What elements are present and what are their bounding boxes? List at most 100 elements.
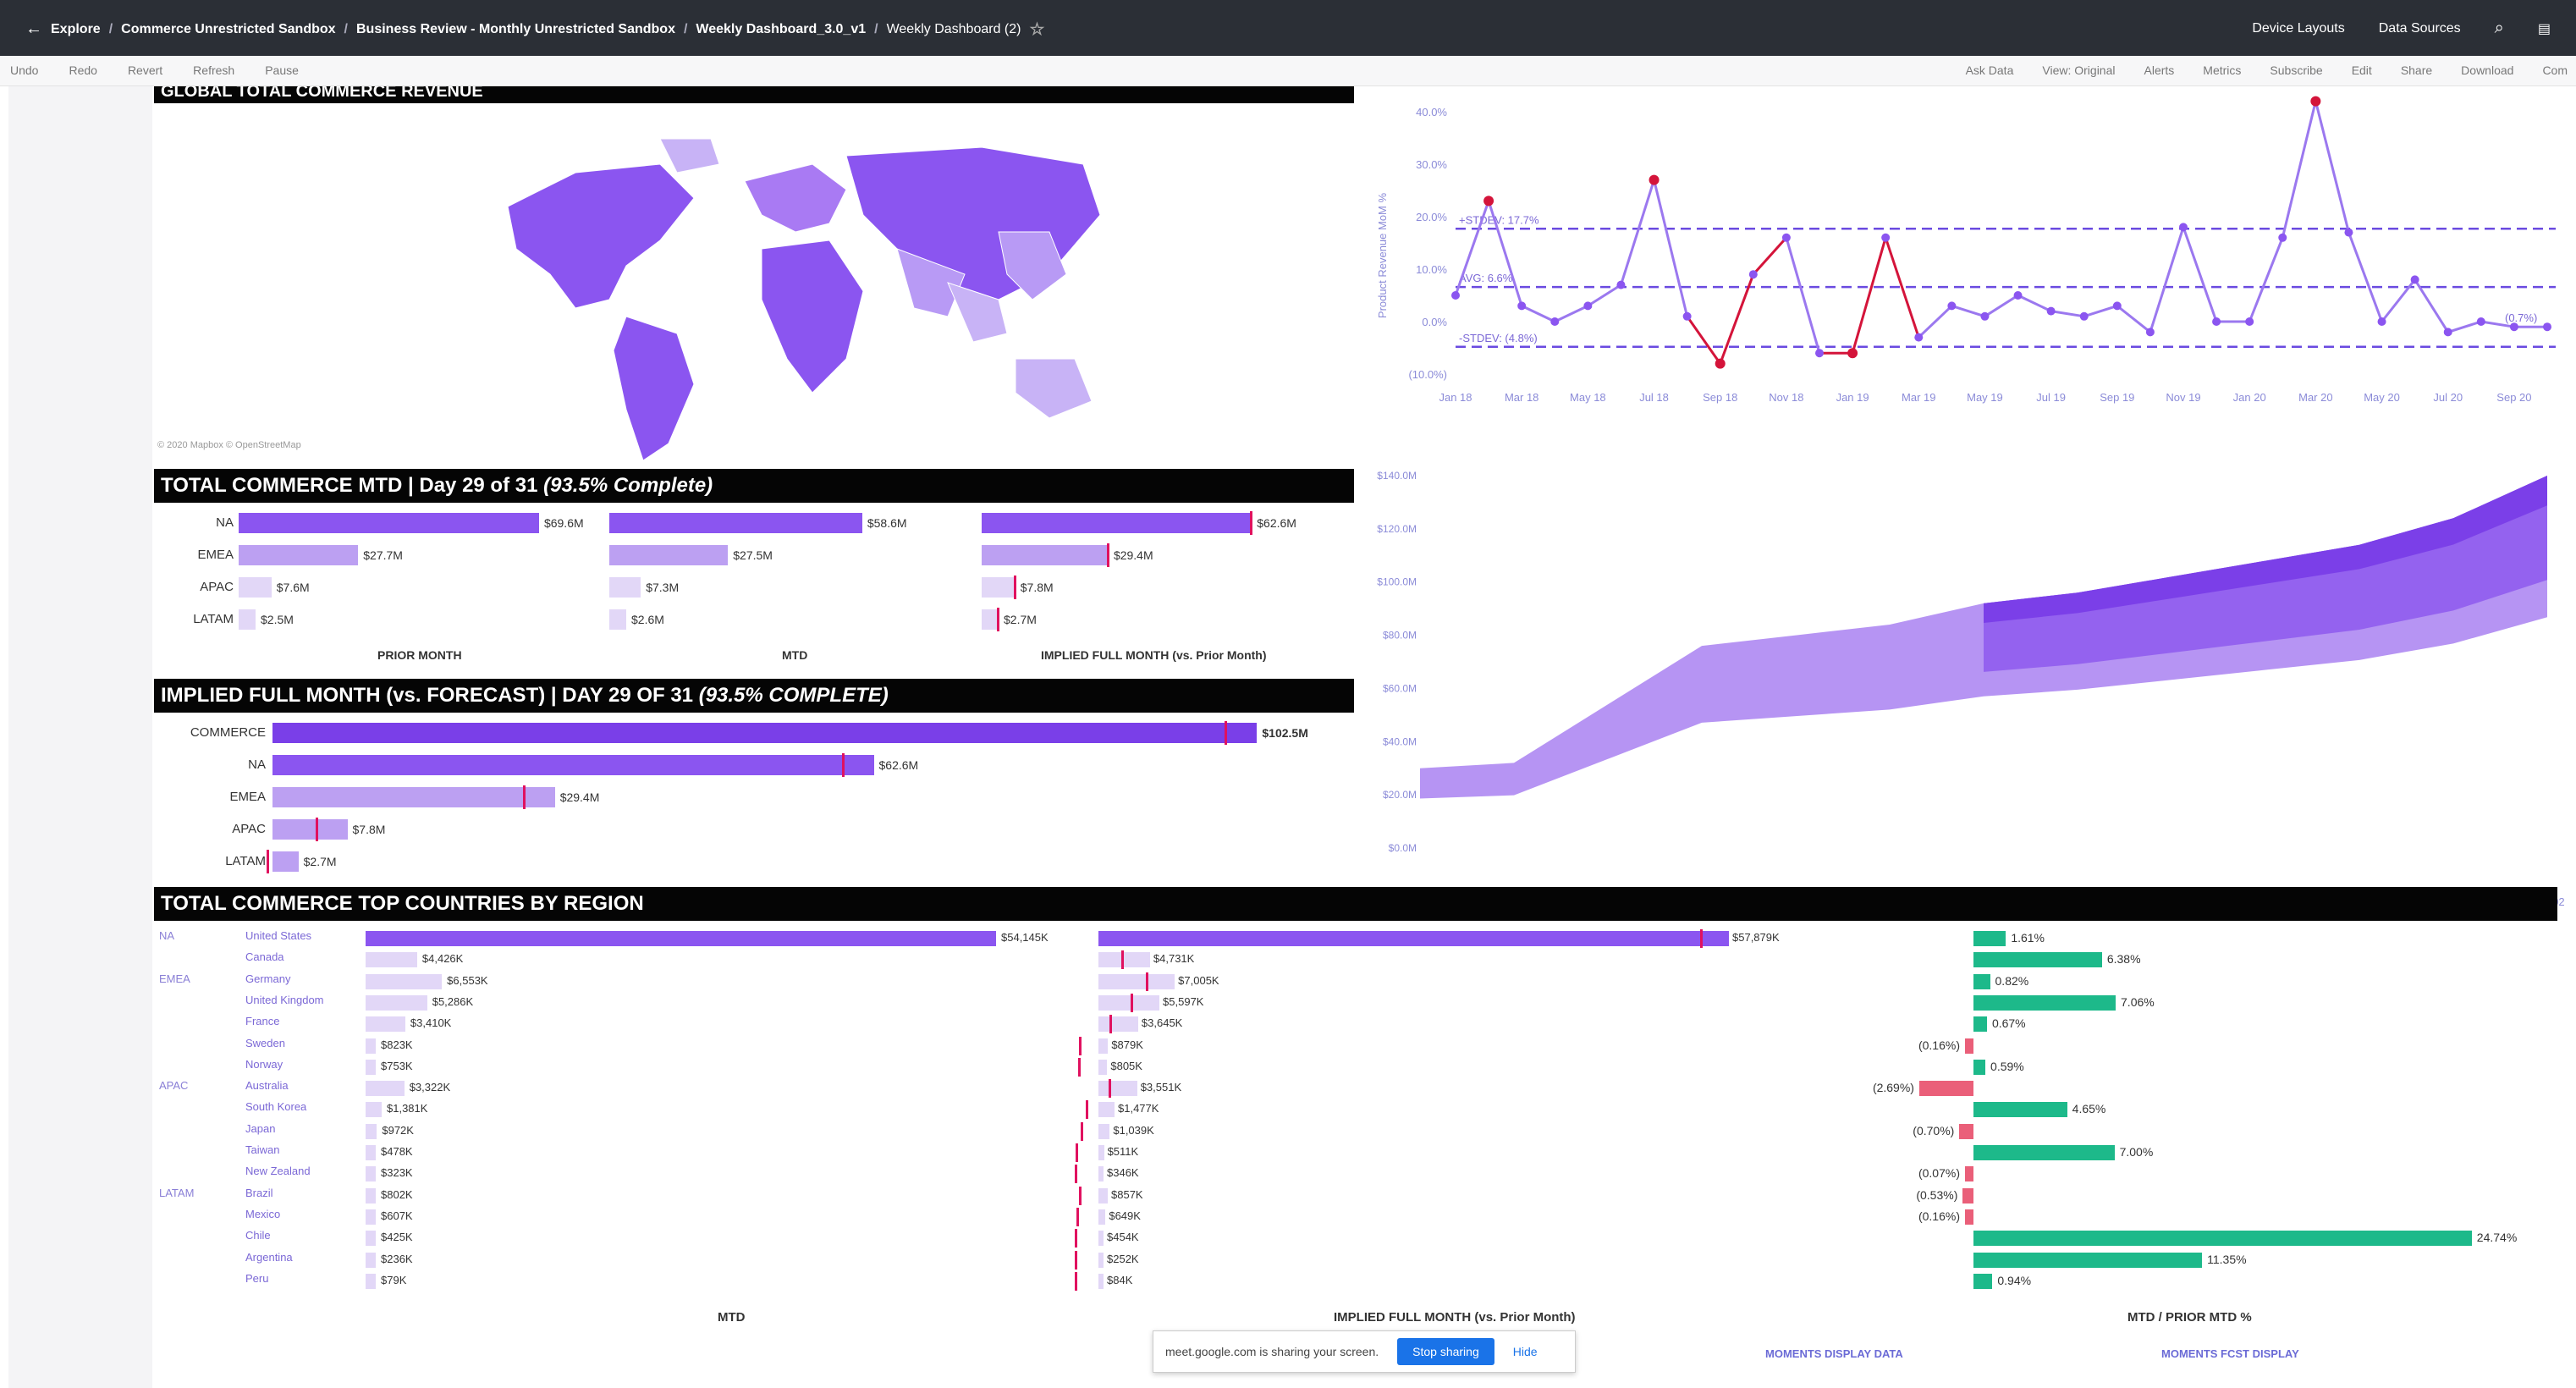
comments-button[interactable]: Com bbox=[2542, 63, 2568, 77]
metrics-button[interactable]: Metrics bbox=[2203, 63, 2241, 77]
pct-bar-positive[interactable] bbox=[1973, 1102, 2067, 1118]
country-mtd-bar[interactable] bbox=[366, 1123, 377, 1139]
country-name[interactable]: Mexico bbox=[245, 1208, 280, 1220]
edit-button[interactable]: Edit bbox=[2352, 63, 2372, 77]
breadcrumb-sandbox[interactable]: Commerce Unrestricted Sandbox bbox=[121, 22, 335, 37]
country-mtd-bar[interactable] bbox=[366, 1059, 376, 1075]
country-mtd-bar[interactable] bbox=[366, 1252, 376, 1268]
breadcrumb-weekly-dashboard[interactable]: Weekly Dashboard_3.0_v1 bbox=[696, 22, 866, 37]
subscribe-button[interactable]: Subscribe bbox=[2270, 63, 2322, 77]
pct-bar-positive[interactable] bbox=[1973, 931, 2006, 946]
country-mtd-bar[interactable] bbox=[366, 931, 996, 946]
country-implied-bar[interactable] bbox=[1098, 994, 1160, 1011]
star-icon[interactable]: ☆ bbox=[1029, 19, 1044, 40]
country-implied-bar[interactable] bbox=[1098, 931, 1729, 946]
hide-button[interactable]: Hide bbox=[1513, 1345, 1538, 1358]
mtd-bar[interactable] bbox=[982, 577, 1016, 598]
country-implied-bar[interactable] bbox=[1098, 1252, 1104, 1268]
pct-bar-positive[interactable] bbox=[1973, 1252, 2203, 1268]
mtd-bar[interactable] bbox=[609, 577, 641, 598]
country-implied-bar[interactable] bbox=[1098, 1038, 1109, 1054]
country-implied-bar[interactable] bbox=[1098, 1081, 1137, 1097]
mtd-bar[interactable] bbox=[982, 609, 999, 630]
mtd-bar[interactable] bbox=[982, 513, 1252, 533]
country-implied-bar[interactable] bbox=[1098, 1166, 1104, 1182]
mom-line-chart[interactable]: Product Revenue MoM % 40.0% 30.0% 20.0% 10.0… bbox=[1371, 86, 2564, 416]
device-layouts-button[interactable]: Device Layouts bbox=[2252, 21, 2344, 36]
download-button[interactable]: Download bbox=[2461, 63, 2513, 77]
country-mtd-bar[interactable] bbox=[366, 1231, 376, 1247]
country-name[interactable]: United Kingdom bbox=[245, 994, 324, 1006]
country-mtd-bar[interactable] bbox=[366, 1209, 376, 1225]
pct-bar-positive[interactable] bbox=[1973, 1059, 1986, 1075]
data-sources-button[interactable]: Data Sources bbox=[2379, 21, 2461, 36]
country-name[interactable]: France bbox=[245, 1015, 279, 1027]
country-mtd-bar[interactable] bbox=[366, 994, 427, 1011]
country-name[interactable]: Brazil bbox=[245, 1187, 273, 1199]
mtd-bar[interactable] bbox=[239, 577, 272, 598]
pct-bar-positive[interactable] bbox=[1973, 1145, 2115, 1160]
pct-bar-positive[interactable] bbox=[1973, 1016, 1987, 1033]
country-name[interactable]: Germany bbox=[245, 972, 290, 985]
search-icon[interactable]: ⌕ bbox=[2495, 19, 2504, 38]
undo-button[interactable]: Undo bbox=[10, 63, 38, 77]
pause-button[interactable]: Pause bbox=[265, 63, 299, 77]
moments-fcst-display-link[interactable]: MOMENTS FCST DISPLAY bbox=[2161, 1347, 2299, 1360]
country-name[interactable]: United States bbox=[245, 929, 311, 942]
pct-bar-negative[interactable] bbox=[1965, 1209, 1973, 1225]
country-name[interactable]: Japan bbox=[245, 1122, 275, 1135]
implied-bar[interactable] bbox=[272, 787, 555, 807]
mtd-bar[interactable] bbox=[239, 609, 256, 630]
pct-bar-positive[interactable] bbox=[1973, 994, 2116, 1011]
country-name[interactable]: Norway bbox=[245, 1058, 283, 1071]
pct-bar-positive[interactable] bbox=[1973, 1273, 1993, 1289]
pct-bar-negative[interactable] bbox=[1965, 1166, 1973, 1182]
refresh-button[interactable]: Refresh bbox=[193, 63, 234, 77]
country-mtd-bar[interactable] bbox=[366, 1273, 376, 1289]
back-arrow-icon[interactable]: ← bbox=[25, 19, 42, 39]
country-implied-bar[interactable] bbox=[1098, 1273, 1104, 1289]
mtd-bar[interactable] bbox=[239, 545, 359, 565]
country-name[interactable]: Peru bbox=[245, 1272, 268, 1285]
country-implied-bar[interactable] bbox=[1098, 1187, 1109, 1203]
country-name[interactable]: South Korea bbox=[245, 1100, 306, 1113]
moments-display-data-link[interactable]: MOMENTS DISPLAY DATA bbox=[1765, 1347, 1903, 1360]
country-name[interactable]: New Zealand bbox=[245, 1165, 311, 1177]
country-name[interactable]: Argentina bbox=[245, 1251, 293, 1264]
country-name[interactable]: Chile bbox=[245, 1229, 271, 1242]
country-implied-bar[interactable] bbox=[1098, 1016, 1138, 1033]
notifications-icon[interactable]: ▤ bbox=[2538, 20, 2551, 37]
pct-bar-negative[interactable] bbox=[1918, 1081, 1973, 1097]
revert-button[interactable]: Revert bbox=[128, 63, 162, 77]
share-button[interactable]: Share bbox=[2401, 63, 2432, 77]
mtd-bar[interactable] bbox=[609, 513, 862, 533]
country-name[interactable]: Sweden bbox=[245, 1037, 285, 1049]
country-mtd-bar[interactable] bbox=[366, 1038, 376, 1054]
breadcrumb-explore[interactable]: Explore bbox=[51, 22, 101, 37]
mtd-bar[interactable] bbox=[239, 513, 539, 533]
country-name[interactable]: Australia bbox=[245, 1079, 289, 1092]
country-mtd-bar[interactable] bbox=[366, 1081, 405, 1097]
implied-bar[interactable] bbox=[272, 755, 874, 775]
pct-bar-negative[interactable] bbox=[1965, 1038, 1973, 1054]
implied-bar[interactable] bbox=[272, 851, 299, 872]
pct-bar-positive[interactable] bbox=[1973, 973, 1990, 989]
country-implied-bar[interactable] bbox=[1098, 1059, 1108, 1075]
country-mtd-bar[interactable] bbox=[366, 1187, 376, 1203]
country-mtd-bar[interactable] bbox=[366, 973, 443, 989]
country-mtd-bar[interactable] bbox=[366, 952, 417, 968]
country-implied-bar[interactable] bbox=[1098, 1123, 1110, 1139]
pct-bar-negative[interactable] bbox=[1962, 1187, 1973, 1203]
country-implied-bar[interactable] bbox=[1098, 1145, 1104, 1160]
world-map[interactable] bbox=[152, 105, 1354, 469]
pct-bar-positive[interactable] bbox=[1973, 1231, 2472, 1247]
stop-sharing-button[interactable]: Stop sharing bbox=[1397, 1338, 1494, 1365]
pct-bar-positive[interactable] bbox=[1973, 952, 2102, 968]
country-mtd-bar[interactable] bbox=[366, 1166, 376, 1182]
country-implied-bar[interactable] bbox=[1098, 1102, 1115, 1118]
country-name[interactable]: Canada bbox=[245, 950, 284, 963]
mtd-bar[interactable] bbox=[609, 609, 626, 630]
country-implied-bar[interactable] bbox=[1098, 973, 1175, 989]
pct-bar-negative[interactable] bbox=[1959, 1123, 1973, 1139]
country-name[interactable]: Taiwan bbox=[245, 1143, 279, 1156]
